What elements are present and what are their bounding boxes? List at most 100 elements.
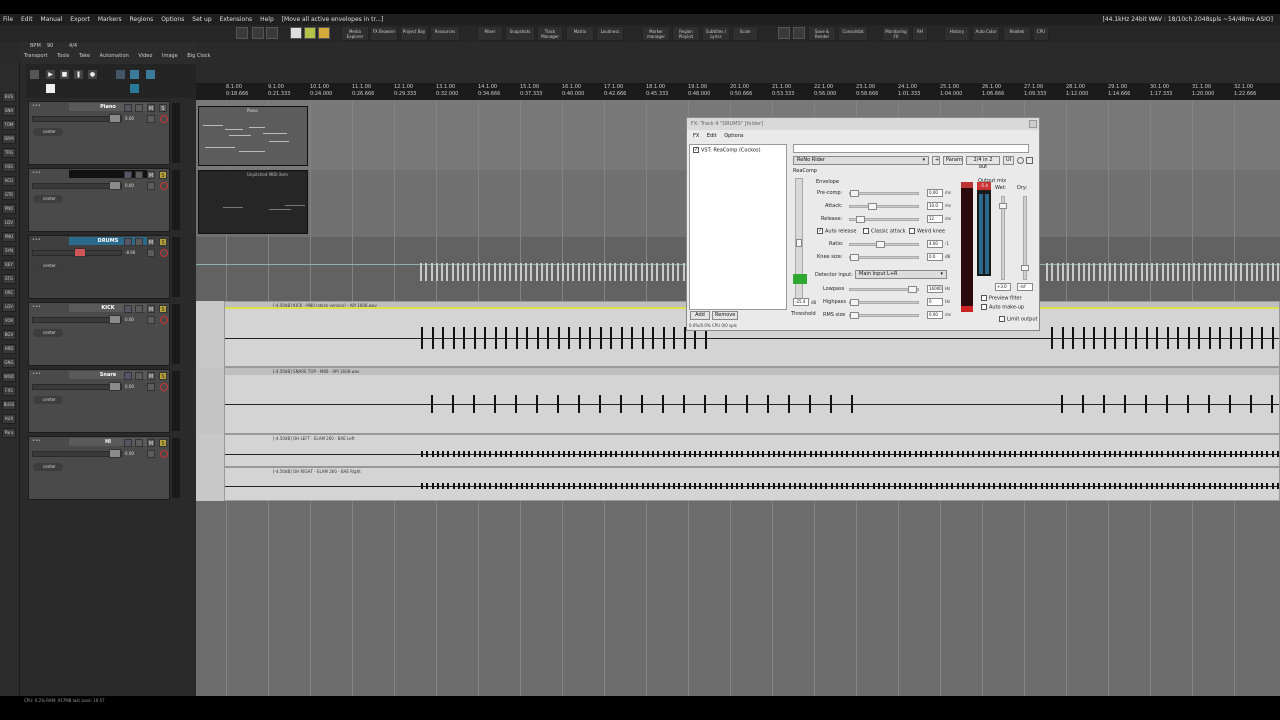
solo-button[interactable]: S: [159, 238, 167, 246]
solo-button[interactable]: S: [159, 439, 167, 447]
pan-control[interactable]: center: [33, 463, 63, 471]
oh-right-audio-item[interactable]: [-4.50dB] OH RIGHT - ELAM 260 - BAE Righ…: [224, 467, 1280, 501]
tab-tools[interactable]: Tools: [53, 52, 73, 61]
toolbar-project-bay[interactable]: Project Bay: [400, 26, 428, 41]
sidebar-filter-13[interactable]: STG: [2, 274, 16, 284]
param-button[interactable]: Param: [943, 156, 963, 165]
checkbox-icon[interactable]: [981, 304, 987, 310]
route-icon[interactable]: [135, 439, 143, 447]
toolbar-loudness[interactable]: Loudness: [596, 26, 624, 41]
dry-slider[interactable]: [1021, 196, 1029, 280]
checkbox-icon[interactable]: [999, 316, 1005, 322]
fx-menu-fx[interactable]: FX: [690, 133, 702, 139]
pan-control[interactable]: center: [33, 329, 63, 337]
volume-fader-knob[interactable]: [109, 114, 121, 123]
sidebar-filter-20[interactable]: WOD: [2, 372, 16, 382]
sidebar-filter-22[interactable]: BUSS: [2, 400, 16, 410]
volume-fader-knob[interactable]: [109, 382, 121, 391]
timeline-ruler[interactable]: 8.1.00 0:18.666 9.1.00 0:21.333 10.1.00 0:24.…: [196, 83, 1280, 100]
rms-slider[interactable]: [849, 312, 919, 319]
weird-knee-option[interactable]: Weird knee: [909, 228, 945, 235]
auto-release-option[interactable]: ✓ Auto release: [817, 228, 856, 235]
toolbar-track-manager[interactable]: Track Manager: [537, 26, 563, 41]
unpitched-midi-item[interactable]: Unpitched MIDI item: [198, 170, 308, 234]
route-icon[interactable]: [135, 104, 143, 112]
io-icon[interactable]: [147, 383, 155, 391]
preset-plus-button[interactable]: +: [932, 156, 940, 165]
record-arm-button[interactable]: [160, 115, 168, 123]
fx-list-item[interactable]: ✓ VST: ReaComp (Cockos): [693, 147, 761, 154]
io-icon[interactable]: [147, 249, 155, 257]
route-icon[interactable]: [135, 372, 143, 380]
menu-last-action[interactable]: [Move all active envelopes in tr...]: [279, 14, 387, 25]
menu-extensions[interactable]: Extensions: [217, 14, 256, 25]
record-arm-button[interactable]: [160, 383, 168, 391]
fx-menu-edit[interactable]: Edit: [704, 133, 720, 139]
fx-icon[interactable]: [124, 372, 132, 380]
record-icon[interactable]: ●: [88, 70, 97, 79]
menu-setup[interactable]: Set up: [189, 14, 214, 25]
route-icon[interactable]: [135, 238, 143, 246]
lowpass-value[interactable]: 16000: [927, 285, 943, 293]
toolbar-matrix[interactable]: Matrix: [566, 26, 594, 41]
sidebar-filter-17[interactable]: BGV: [2, 330, 16, 340]
track-drag-handle[interactable]: •••: [32, 439, 42, 444]
sidebar-filter-19[interactable]: GNG: [2, 358, 16, 368]
lowpass-slider[interactable]: [849, 286, 919, 293]
snare-audio-item[interactable]: [-4.50dB] SNARE TOP - M80 - API 1608.wav: [224, 367, 1280, 434]
bpm-value[interactable]: 90: [47, 43, 53, 49]
folder-icon[interactable]: [318, 27, 330, 39]
piano-midi-item[interactable]: Piano: [198, 106, 308, 166]
toolbar-marker-manager[interactable]: Marker manager: [642, 26, 670, 41]
record-arm-button[interactable]: [160, 316, 168, 324]
pan-control[interactable]: center: [33, 195, 63, 203]
io-routing-button[interactable]: 2/4 in 2 out: [966, 156, 1000, 170]
toolbar-mixer[interactable]: Mixer: [477, 26, 503, 41]
toolbar-rh[interactable]: RH: [912, 26, 928, 41]
zoom-icon[interactable]: [778, 27, 790, 39]
menu-file[interactable]: File: [0, 14, 16, 25]
knee-value[interactable]: 0.0: [927, 253, 943, 261]
tab-transport[interactable]: Transport: [20, 52, 51, 61]
fx-window-title[interactable]: FX: Track 4 "DRUMS" [folder]: [687, 118, 1039, 130]
solo-button[interactable]: S: [159, 305, 167, 313]
mute-button[interactable]: M: [147, 439, 155, 447]
checkbox-icon[interactable]: [981, 295, 987, 301]
lock-icon[interactable]: [304, 27, 316, 39]
toolbar-monitoring-fx[interactable]: Monitoring FX: [882, 26, 910, 41]
mute-button[interactable]: M: [147, 238, 155, 246]
checkbox-icon[interactable]: [909, 228, 915, 234]
rms-value[interactable]: 0.00: [927, 311, 943, 319]
highpass-slider[interactable]: [849, 299, 919, 306]
ui-button[interactable]: UI: [1003, 156, 1014, 165]
snap-icon[interactable]: [266, 27, 278, 39]
oh-left-audio-item[interactable]: [-4.50dB] OH LEFT - ELAM 260 - BAE Left: [224, 434, 1280, 467]
wet-value[interactable]: +3.0: [995, 283, 1011, 291]
volume-fader-knob[interactable]: [109, 315, 121, 324]
precomp-slider[interactable]: [849, 190, 919, 197]
select-icon[interactable]: [236, 27, 248, 39]
cursor-icon[interactable]: [146, 70, 155, 79]
power-icon[interactable]: [1017, 157, 1024, 164]
sidebar-filter-2[interactable]: TOM: [2, 120, 16, 130]
sidebar-filter-9[interactable]: LDV: [2, 218, 16, 228]
track-1[interactable]: •••MS0.00center3: [28, 168, 178, 232]
track-5[interactable]: •••HIMS0.00center7: [28, 436, 178, 500]
attack-slider[interactable]: [849, 203, 919, 210]
waveform-icon[interactable]: [130, 84, 139, 93]
solo-button[interactable]: S: [159, 372, 167, 380]
sidebar-filter-6[interactable]: ACG: [2, 176, 16, 186]
track-drag-handle[interactable]: •••: [32, 104, 42, 109]
tab-take[interactable]: Take: [75, 52, 94, 61]
menu-manual[interactable]: Manual: [38, 14, 66, 25]
tab-image[interactable]: Image: [158, 52, 182, 61]
fx-menu-options[interactable]: Options: [721, 133, 746, 139]
time-signature[interactable]: 4/4: [69, 43, 77, 49]
audio-device-info[interactable]: [44.1kHz 24bit WAV : 18/10ch 2048spls ~5…: [1099, 14, 1276, 25]
sidebar-filter-16[interactable]: VOX: [2, 316, 16, 326]
pan-control[interactable]: center: [33, 262, 63, 270]
menu-regions[interactable]: Regions: [127, 14, 157, 25]
io-icon[interactable]: [147, 450, 155, 458]
route-icon[interactable]: [135, 171, 143, 179]
io-icon[interactable]: [147, 115, 155, 123]
